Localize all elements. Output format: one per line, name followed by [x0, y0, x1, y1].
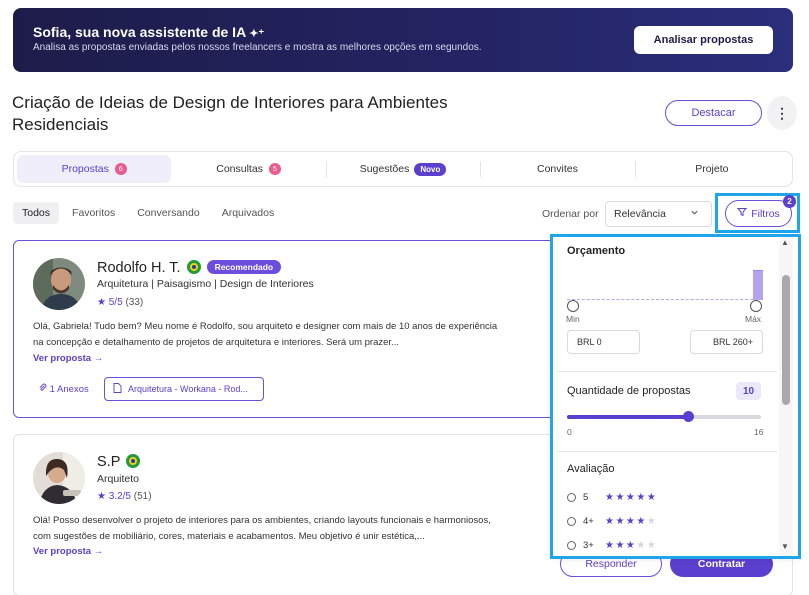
- scroll-up-icon[interactable]: ▲: [781, 238, 789, 247]
- proposal-description: Olá, Gabriela! Tudo bem? Meu nome é Rodo…: [33, 321, 498, 348]
- slider-max-label: 16: [754, 427, 764, 437]
- stars-icon: ★★★★★: [605, 540, 658, 551]
- rating-option-3[interactable]: 3+ ★★★★★: [567, 540, 657, 551]
- filters-button[interactable]: Filtros: [725, 200, 792, 227]
- project-title: Criação de Ideias de Design de Interiore…: [12, 93, 448, 134]
- see-proposal-link[interactable]: Ver proposta →: [33, 353, 103, 364]
- rating-option-5[interactable]: 5 ★★★★★: [567, 492, 657, 503]
- scroll-down-icon[interactable]: ▼: [781, 542, 789, 551]
- panel-scrollbar[interactable]: ▲ ▼: [779, 237, 793, 556]
- proposal-subtabs: Todos Favoritos Conversando Arquivados: [13, 202, 283, 224]
- filter-icon: [737, 207, 748, 220]
- scrollbar-thumb[interactable]: [782, 275, 790, 405]
- avatar[interactable]: [33, 452, 85, 504]
- file-icon: [113, 383, 122, 395]
- avatar[interactable]: [33, 258, 85, 310]
- radio-button[interactable]: [567, 493, 576, 502]
- proposals-qty-slider[interactable]: [567, 415, 761, 419]
- slider-thumb[interactable]: [682, 411, 694, 422]
- highlight-button[interactable]: Destacar: [665, 100, 762, 126]
- sort-select[interactable]: Relevância: [605, 201, 712, 227]
- star-icon: ★: [97, 297, 106, 308]
- stars-icon: ★★★★★: [605, 516, 658, 527]
- slider-fill: [567, 415, 689, 419]
- divider: [557, 451, 777, 452]
- recommended-badge: Recomendado: [206, 260, 282, 274]
- attachments-link[interactable]: 1 Anexos: [38, 383, 89, 395]
- subtab-arquivados[interactable]: Arquivados: [213, 202, 284, 224]
- sort-label: Ordenar por: [542, 208, 599, 220]
- budget-histogram-baseline: [567, 299, 763, 300]
- paperclip-icon: [38, 383, 50, 395]
- budget-max-label: Máx: [745, 314, 762, 324]
- freelancer-role: Arquitetura | Paisagismo | Design de Int…: [97, 278, 314, 290]
- rating-option-4[interactable]: 4+ ★★★★★: [567, 516, 657, 527]
- radio-button[interactable]: [567, 541, 576, 550]
- new-badge: Novo: [414, 162, 447, 176]
- freelancer-role: Arquiteto: [97, 473, 140, 485]
- proposals-qty-value: 10: [736, 382, 761, 400]
- tab-sugestoes[interactable]: Sugestões Novo: [325, 155, 480, 183]
- subtab-todos[interactable]: Todos: [13, 202, 60, 224]
- ai-assistant-banner: Sofia, sua nova assistente de IA ✦⁺ Anali…: [13, 8, 793, 72]
- budget-histogram-bar: [753, 270, 763, 300]
- more-options-button[interactable]: ⋮: [767, 96, 797, 130]
- budget-title: Orçamento: [567, 245, 626, 257]
- sparkle-icon: ✦⁺: [249, 28, 265, 40]
- budget-min-handle[interactable]: [567, 300, 579, 312]
- budget-min-input[interactable]: BRL 0: [567, 330, 640, 354]
- banner-subtitle: Analisa as propostas enviadas pelos noss…: [33, 42, 482, 53]
- filters-count-badge: 2: [783, 195, 796, 208]
- proposals-qty-title: Quantidade de propostas: [567, 385, 691, 397]
- count-badge: 6: [114, 163, 127, 175]
- filter-panel: Orçamento Min Máx BRL 0 BRL 260+ Quantid…: [553, 237, 798, 556]
- analyze-proposals-button[interactable]: Analisar propostas: [634, 26, 773, 54]
- freelancer-name[interactable]: Rodolfo H. T. Recomendado: [97, 260, 282, 276]
- radio-button[interactable]: [567, 517, 576, 526]
- budget-min-label: Min: [566, 314, 580, 324]
- freelancer-name[interactable]: S.P: [97, 454, 141, 470]
- tab-projeto[interactable]: Projeto: [634, 155, 789, 183]
- budget-max-input[interactable]: BRL 260+: [690, 330, 763, 354]
- freelancer-rating: ★ 3.2/5 (51): [97, 491, 152, 502]
- stars-icon: ★★★★★: [605, 492, 658, 503]
- main-tabs: Propostas 6 Consultas 5 Sugestões Novo Conv…: [13, 151, 793, 187]
- banner-title: Sofia, sua nova assistente de IA ✦⁺: [33, 24, 265, 40]
- attachment-file-chip[interactable]: Arquitetura - Workana - Rod...: [104, 377, 264, 401]
- chevron-down-icon: [690, 208, 699, 220]
- kebab-icon: ⋮: [775, 104, 789, 121]
- tab-propostas[interactable]: Propostas 6: [17, 155, 172, 183]
- star-icon: ★: [97, 491, 106, 502]
- brazil-flag-icon: [186, 260, 201, 274]
- divider: [557, 371, 777, 372]
- freelancer-rating: ★ 5/5 (33): [97, 297, 144, 308]
- tab-convites[interactable]: Convites: [480, 155, 634, 183]
- budget-max-handle[interactable]: [750, 300, 762, 312]
- count-badge: 5: [268, 163, 281, 175]
- rating-title: Avaliação: [567, 463, 615, 475]
- brazil-flag-icon: [126, 454, 141, 468]
- subtab-conversando[interactable]: Conversando: [128, 202, 208, 224]
- slider-min-label: 0: [567, 427, 572, 437]
- proposal-description: Olá! Posso desenvolver o projeto de inte…: [33, 515, 491, 542]
- see-proposal-link[interactable]: Ver proposta →: [33, 546, 103, 557]
- subtab-favoritos[interactable]: Favoritos: [63, 202, 124, 224]
- tab-consultas[interactable]: Consultas 5: [171, 155, 325, 183]
